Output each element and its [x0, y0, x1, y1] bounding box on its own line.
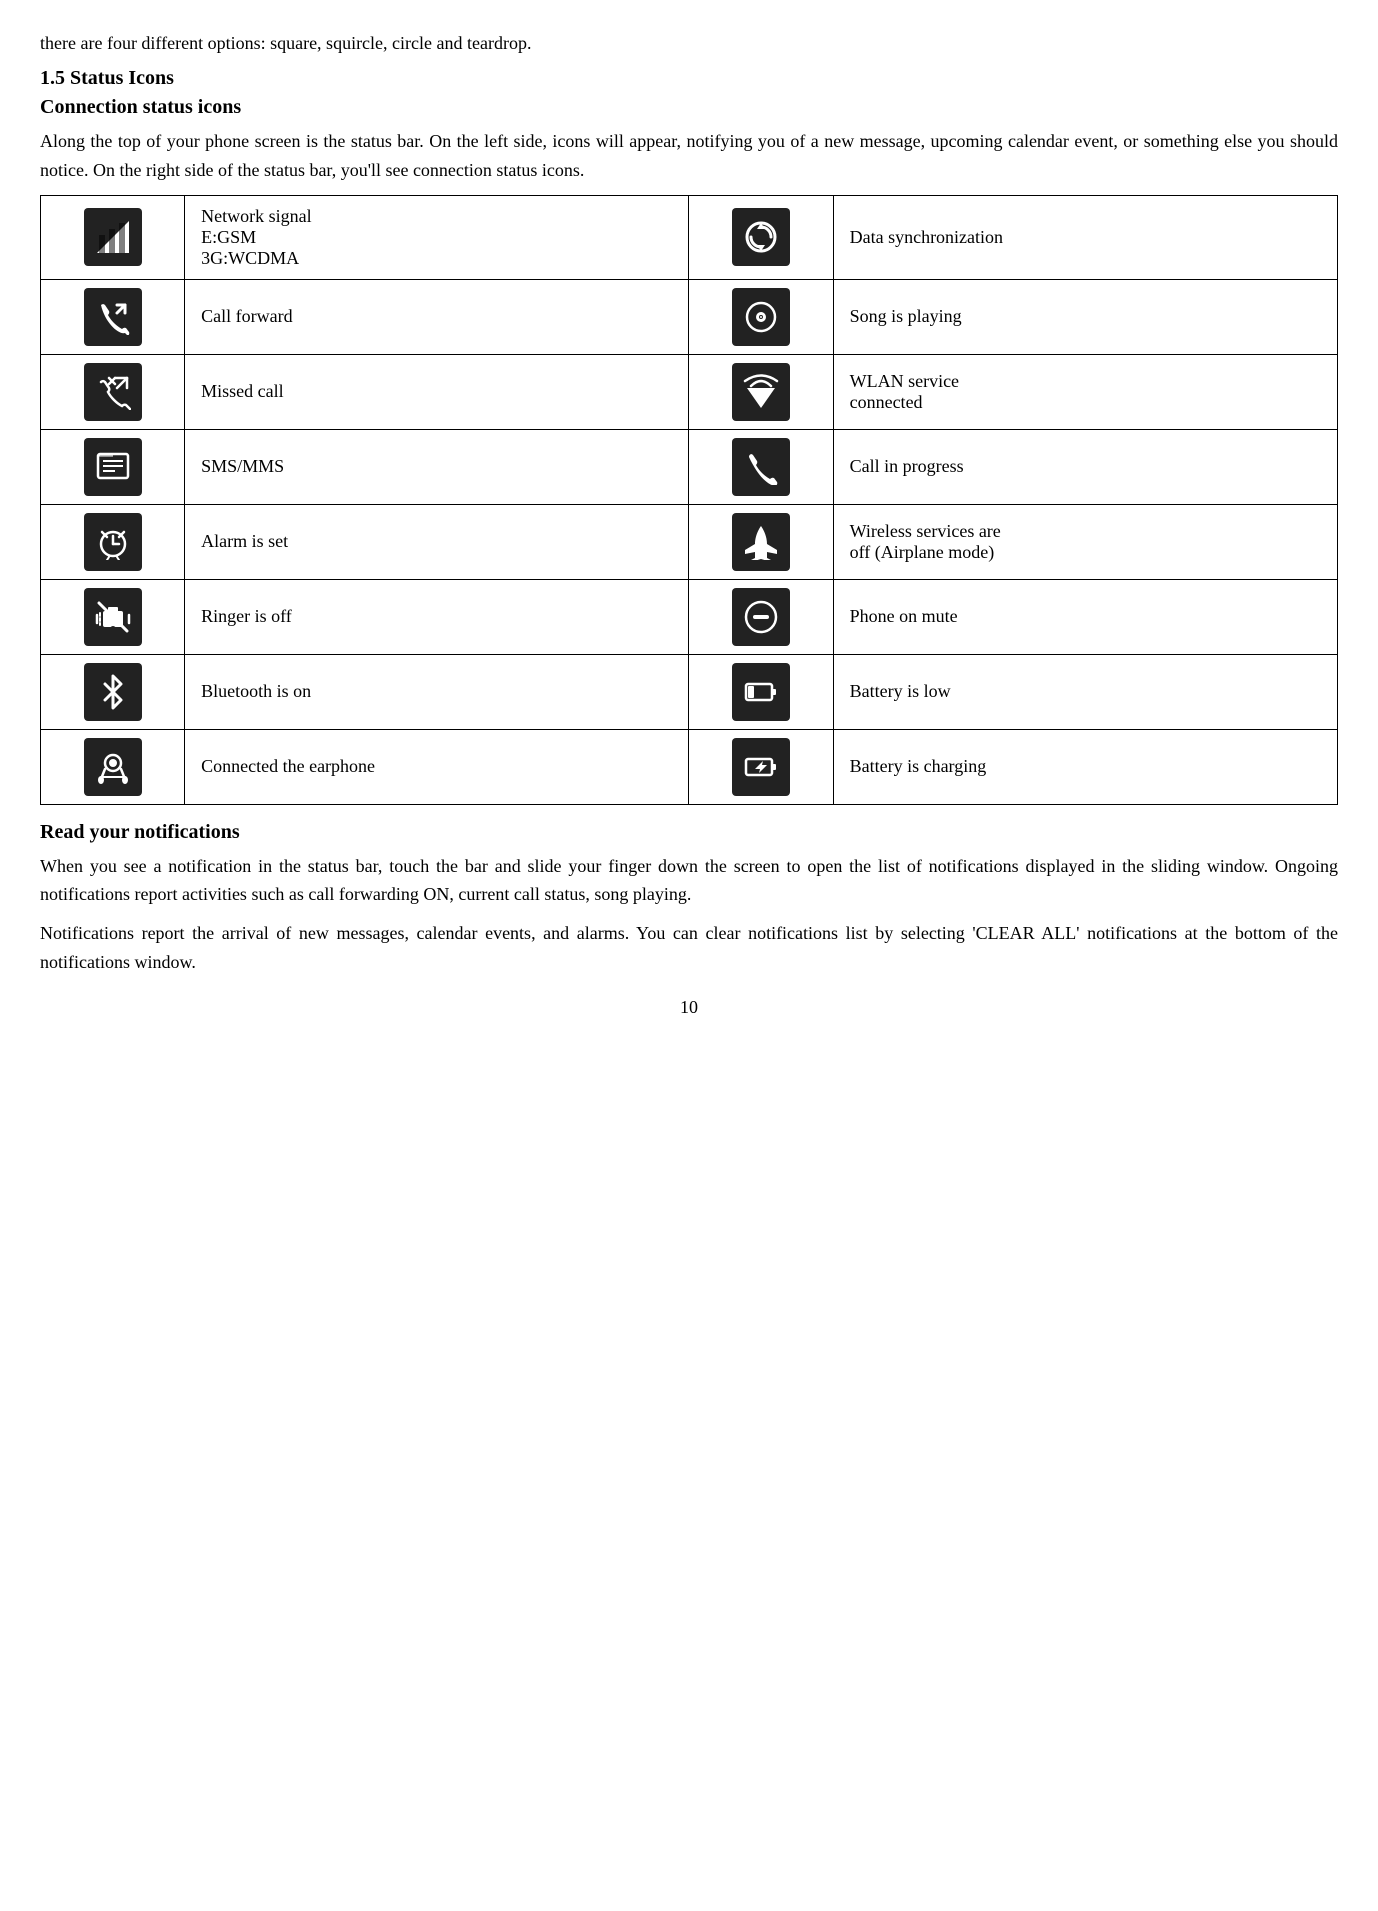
sms-mms-label: SMS/MMS [185, 429, 689, 504]
network-signal-icon [84, 208, 142, 266]
battery-low-icon [732, 663, 790, 721]
table-row: Missed call WLAN serviceconnected [41, 354, 1338, 429]
wlan-icon [732, 363, 790, 421]
intro-text: there are four different options: square… [40, 30, 1338, 57]
icon-cell-call-forward [41, 279, 185, 354]
table-row: Call forward Song is playing [41, 279, 1338, 354]
icon-cell-earphone [41, 729, 185, 804]
table-row: Bluetooth is on Battery is low [41, 654, 1338, 729]
network-signal-label: Network signalE:GSM3G:WCDMA [185, 195, 689, 279]
icon-cell-sms [41, 429, 185, 504]
call-forward-icon [84, 288, 142, 346]
missed-call-label: Missed call [185, 354, 689, 429]
icon-cell-network-signal [41, 195, 185, 279]
airplane-mode-label: Wireless services areoff (Airplane mode) [833, 504, 1337, 579]
table-row: SMS/MMS Call in progress [41, 429, 1338, 504]
alarm-label: Alarm is set [185, 504, 689, 579]
wlan-label: WLAN serviceconnected [833, 354, 1337, 429]
table-row: Alarm is set Wireless services areoff (A… [41, 504, 1338, 579]
song-playing-icon [732, 288, 790, 346]
table-row: Network signalE:GSM3G:WCDMA Data synchro… [41, 195, 1338, 279]
icon-cell-song-playing [689, 279, 833, 354]
table-row: Ringer is off Phone on mute [41, 579, 1338, 654]
earphone-icon [84, 738, 142, 796]
icon-cell-battery-low [689, 654, 833, 729]
ringer-off-label: Ringer is off [185, 579, 689, 654]
bluetooth-label: Bluetooth is on [185, 654, 689, 729]
call-progress-label: Call in progress [833, 429, 1337, 504]
phone-mute-icon [732, 588, 790, 646]
notifications-para1: When you see a notification in the statu… [40, 852, 1338, 910]
table-row: Connected the earphone Battery is chargi… [41, 729, 1338, 804]
call-progress-icon [732, 438, 790, 496]
battery-charging-icon [732, 738, 790, 796]
sms-mms-icon [84, 438, 142, 496]
icon-cell-bluetooth [41, 654, 185, 729]
section-body: Along the top of your phone screen is th… [40, 127, 1338, 185]
status-icons-table: Network signalE:GSM3G:WCDMA Data synchro… [40, 195, 1338, 805]
bluetooth-icon [84, 663, 142, 721]
phone-mute-label: Phone on mute [833, 579, 1337, 654]
icon-cell-wlan [689, 354, 833, 429]
ringer-off-icon [84, 588, 142, 646]
airplane-mode-icon [732, 513, 790, 571]
icon-cell-ringer-off [41, 579, 185, 654]
earphone-label: Connected the earphone [185, 729, 689, 804]
song-playing-label: Song is playing [833, 279, 1337, 354]
battery-low-label: Battery is low [833, 654, 1337, 729]
missed-call-icon [84, 363, 142, 421]
data-sync-icon [732, 208, 790, 266]
call-forward-label: Call forward [185, 279, 689, 354]
icon-cell-battery-charging [689, 729, 833, 804]
section-heading: 1.5 Status Icons [40, 67, 1338, 90]
data-sync-label: Data synchronization [833, 195, 1337, 279]
icon-cell-call-progress [689, 429, 833, 504]
page-number: 10 [40, 997, 1338, 1018]
sub-heading: Connection status icons [40, 96, 1338, 119]
icon-cell-airplane [689, 504, 833, 579]
icon-cell-phone-mute [689, 579, 833, 654]
icon-cell-missed-call [41, 354, 185, 429]
notifications-para2: Notifications report the arrival of new … [40, 919, 1338, 977]
notifications-heading: Read your notifications [40, 821, 1338, 844]
icon-cell-data-sync [689, 195, 833, 279]
battery-charging-label: Battery is charging [833, 729, 1337, 804]
icon-cell-alarm [41, 504, 185, 579]
alarm-icon [84, 513, 142, 571]
